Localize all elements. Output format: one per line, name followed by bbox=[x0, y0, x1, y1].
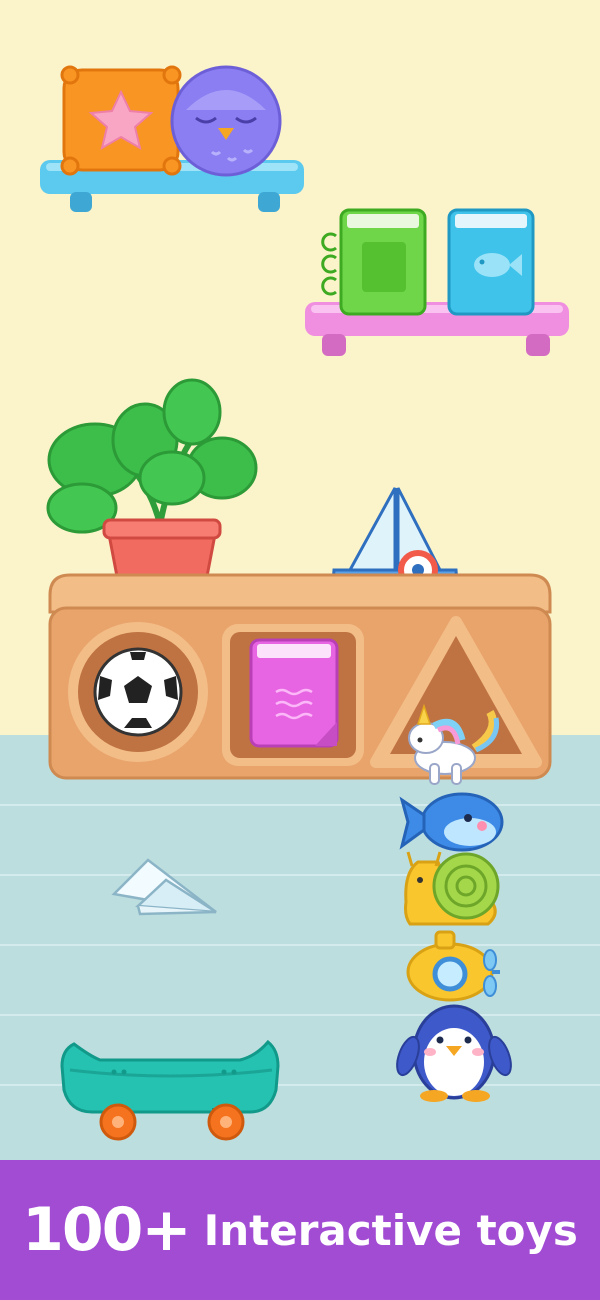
blue-fish-book-toy[interactable] bbox=[447, 208, 535, 316]
pillow-with-star-toy[interactable] bbox=[60, 65, 182, 176]
pink-book-toy[interactable] bbox=[249, 638, 339, 748]
toy-count: 100+ bbox=[22, 1195, 192, 1265]
soccer-ball-toy[interactable] bbox=[93, 647, 183, 737]
snail-toy[interactable] bbox=[404, 851, 500, 926]
banner-label: Interactive toys bbox=[203, 1205, 578, 1255]
owl-plush-toy[interactable] bbox=[170, 65, 282, 177]
promo-banner: 100+ Interactive toys bbox=[0, 1160, 600, 1300]
playroom-scene bbox=[0, 0, 600, 1300]
